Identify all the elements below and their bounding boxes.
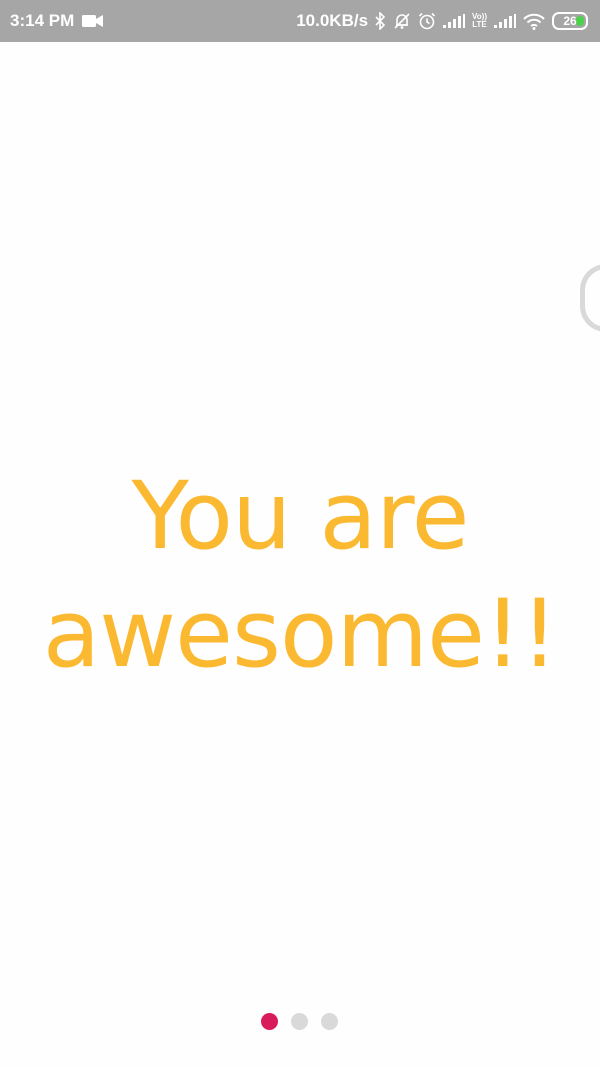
battery-level: 26: [563, 14, 577, 28]
bluetooth-icon: [375, 12, 386, 30]
signal-icon: [494, 14, 516, 28]
welcome-message: You are awesome!!: [0, 458, 600, 694]
signal-icon: [443, 14, 466, 28]
status-bar: 3:14 PM 10.0KB/s Vo)) LTE 26: [0, 0, 600, 42]
volte-bottom-label: LTE: [472, 20, 487, 29]
clock: 3:14 PM: [10, 11, 75, 30]
page-dot-2[interactable]: [291, 1013, 308, 1030]
message-line-1: You are: [131, 462, 470, 571]
status-bar-left: 3:14 PM: [10, 11, 104, 31]
battery-icon: 26: [552, 12, 588, 30]
status-bar-right: 10.0KB/s Vo)) LTE 26: [296, 11, 588, 31]
message-line-2: awesome!!: [42, 580, 559, 689]
volte-icon: Vo)) LTE: [472, 13, 487, 29]
page-dot-1[interactable]: [261, 1013, 278, 1030]
edge-swipe-handle[interactable]: [580, 264, 600, 332]
page-indicator: [261, 1013, 338, 1030]
video-camera-icon: [82, 14, 104, 28]
network-speed: 10.0KB/s: [296, 11, 369, 30]
page-dot-3[interactable]: [321, 1013, 338, 1030]
alarm-icon: [418, 12, 436, 30]
onboarding-screen: 3:14 PM 10.0KB/s Vo)) LTE 26 You are awe…: [0, 0, 600, 1067]
bell-muted-icon: [393, 12, 411, 30]
battery-charge-indicator: [576, 16, 584, 26]
wifi-icon: [523, 13, 545, 30]
